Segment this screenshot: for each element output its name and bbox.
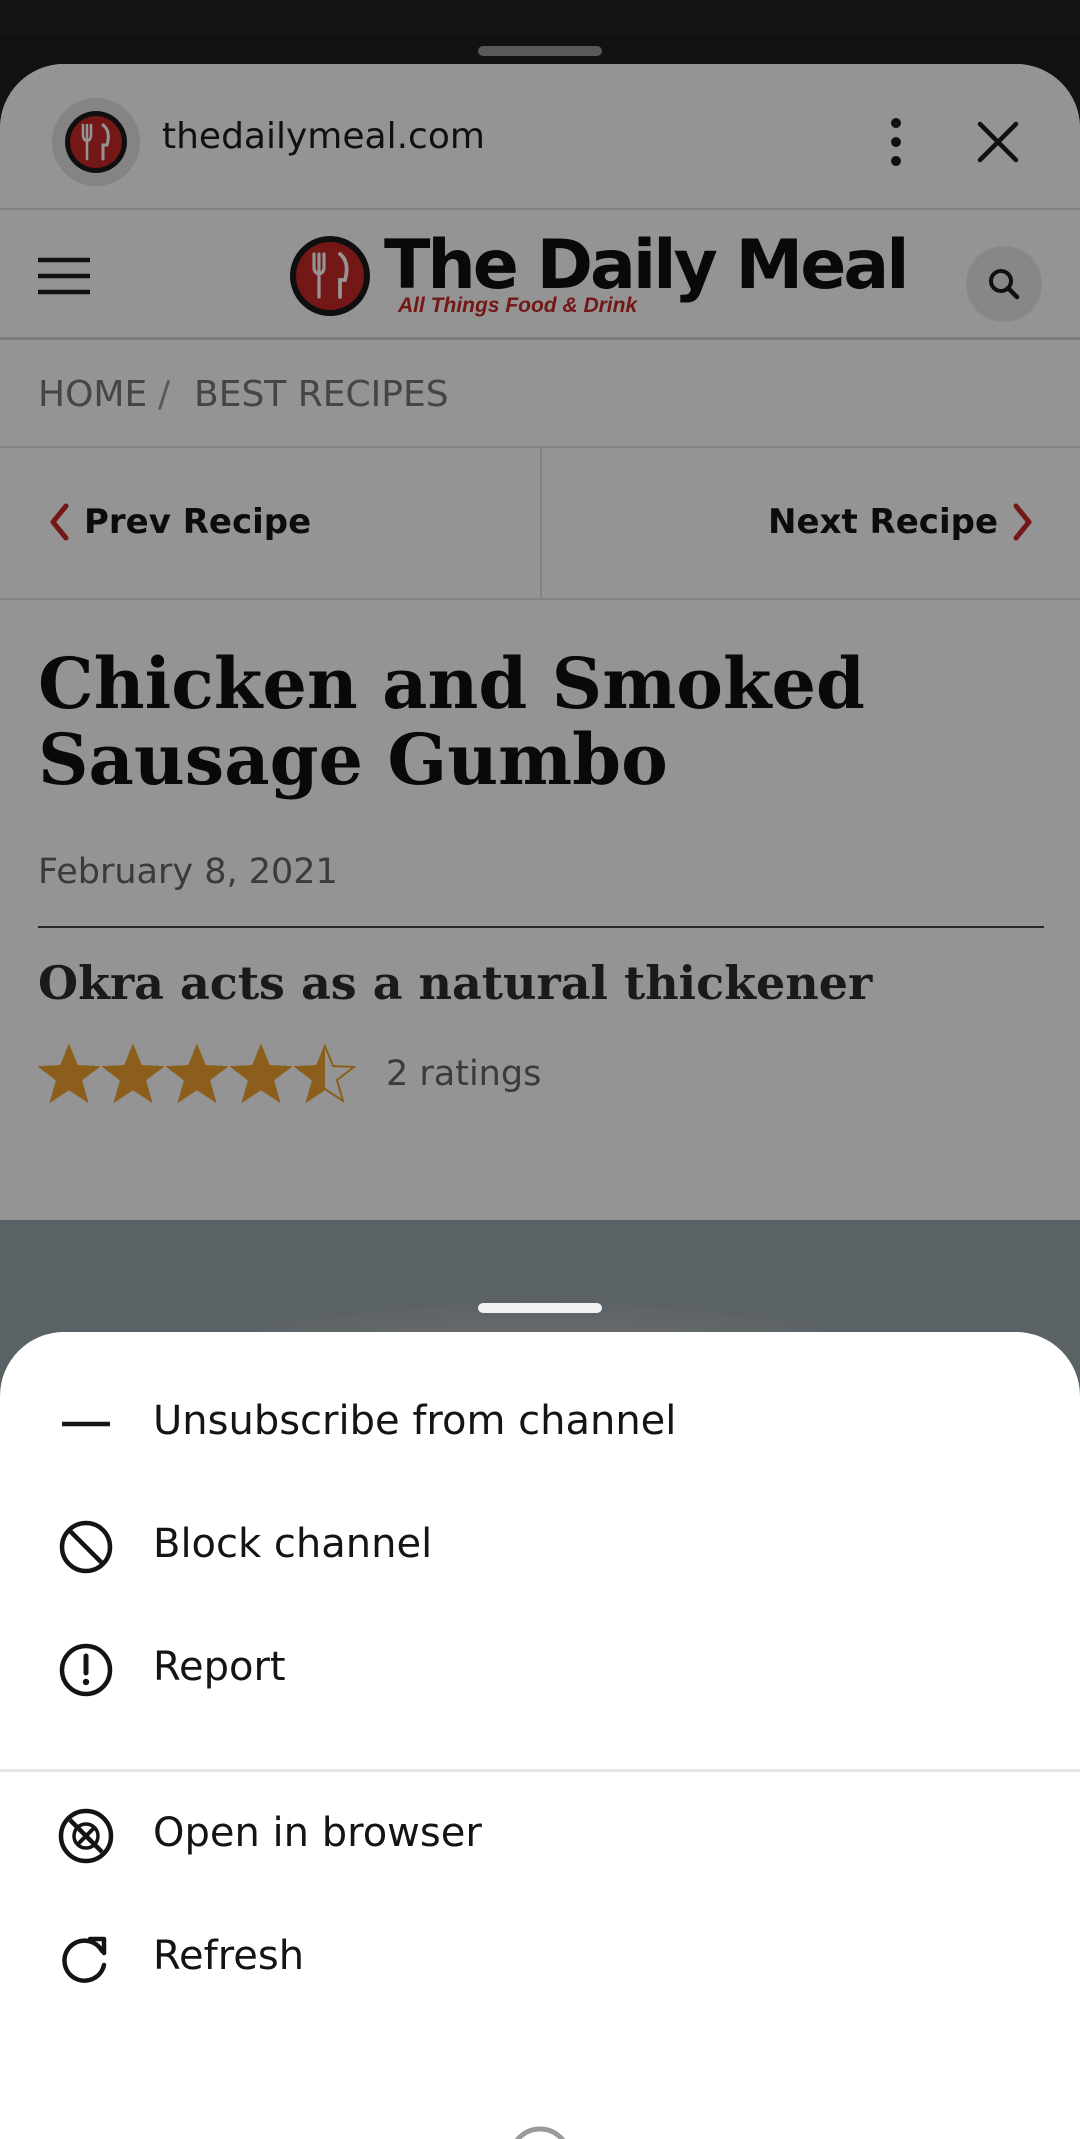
block-icon <box>59 1520 113 1574</box>
menu-item-open-in-browser[interactable]: Open in browser <box>0 1782 1080 1886</box>
menu-item-label: Refresh <box>153 1933 305 1979</box>
sheet-drag-handle[interactable] <box>478 1303 602 1313</box>
menu-item-block-channel[interactable]: Block channel <box>0 1493 1080 1597</box>
minus-icon <box>62 1421 110 1427</box>
menu-item-unsubscribe[interactable]: Unsubscribe from channel <box>0 1370 1080 1474</box>
menu-item-label: Open in browser <box>153 1810 482 1856</box>
options-bottom-sheet: Unsubscribe from channel Block channel R… <box>0 1332 1080 2139</box>
menu-item-refresh[interactable]: Refresh <box>0 1905 1080 2009</box>
menu-item-label: Unsubscribe from channel <box>153 1398 677 1444</box>
menu-item-label: Block channel <box>153 1521 433 1567</box>
exclamation-circle-icon <box>59 1643 113 1697</box>
browser-globe-icon <box>58 1808 114 1864</box>
loading-spinner-icon <box>514 2126 566 2139</box>
refresh-icon <box>62 1936 107 1983</box>
sheet-divider <box>0 1769 1080 1772</box>
menu-item-label: Report <box>153 1644 286 1690</box>
menu-item-report[interactable]: Report <box>0 1616 1080 1720</box>
